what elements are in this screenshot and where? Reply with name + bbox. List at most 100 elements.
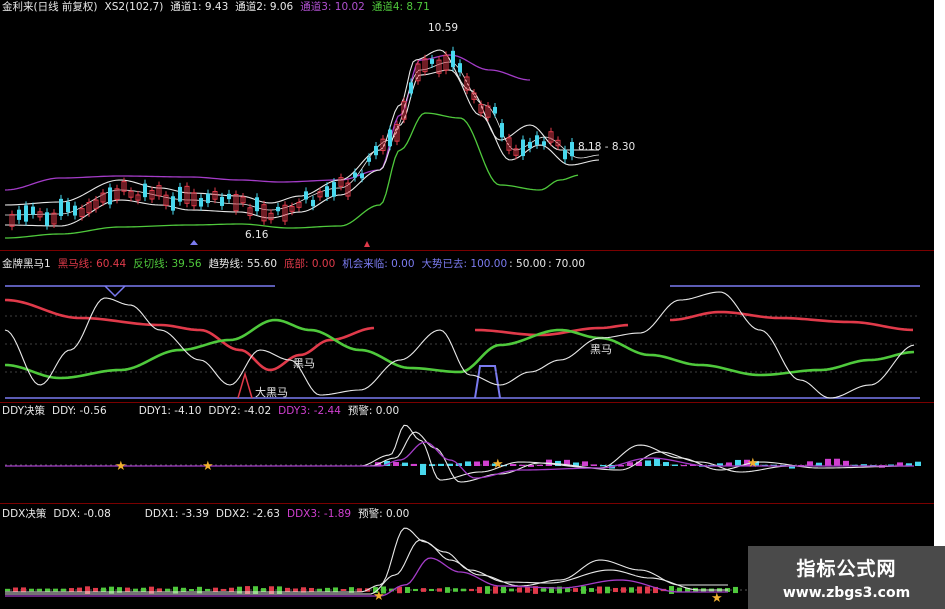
candle-body xyxy=(73,205,77,216)
ddx-bar xyxy=(53,588,58,592)
ddy-bar xyxy=(735,459,741,466)
ddx-bar xyxy=(221,588,226,592)
candle-body xyxy=(199,198,203,207)
ddx-bar xyxy=(589,588,594,592)
ddy3-line xyxy=(5,441,914,479)
watermark-title: 指标公式网 xyxy=(796,558,897,580)
panel4-alarm: 预警: 0.00 xyxy=(358,508,410,520)
ddx-bar xyxy=(413,588,418,592)
ddy-bar xyxy=(420,465,426,475)
ddx-bar xyxy=(485,586,490,594)
candle-body xyxy=(570,142,574,157)
candle-body xyxy=(66,201,70,213)
qushi-line xyxy=(4,291,915,399)
ddx-bar xyxy=(733,586,738,594)
alarm-star-icon: ★ xyxy=(115,459,127,474)
panel2-legend: 金牌黑马1 黑马线: 60.44 反切线: 39.56 趋势线: 55.60 底部: 0… xyxy=(2,258,592,271)
ddy-bar xyxy=(474,461,480,466)
ddx-bar xyxy=(405,587,410,593)
panel2-heima: 黑马线: 60.44 xyxy=(57,258,127,270)
candle-body xyxy=(31,206,35,215)
ddx-bar xyxy=(261,588,266,592)
ddy2-line xyxy=(5,431,914,483)
opportunity-pulse xyxy=(474,365,501,399)
candle-body xyxy=(325,186,329,197)
candle-body xyxy=(493,106,497,114)
candle-body xyxy=(45,212,49,226)
low-price-label: 6.16 xyxy=(245,229,269,241)
daheima-label: 大黑马 xyxy=(255,385,288,399)
last-price-label: 8.18 - 8.30 xyxy=(578,141,635,153)
candle-body xyxy=(500,123,504,138)
candle-body xyxy=(542,141,546,146)
candle-body xyxy=(409,82,413,94)
ddy-bar xyxy=(627,462,633,466)
candle-body xyxy=(143,183,147,198)
marker-icon xyxy=(190,240,198,245)
ddx-bar xyxy=(317,588,322,592)
ddy-bar xyxy=(915,461,921,466)
candle-body xyxy=(178,186,182,202)
candle-body xyxy=(206,193,210,204)
ddy-bar xyxy=(663,462,669,466)
ddx-bar xyxy=(157,588,162,592)
ddx-bar xyxy=(357,588,362,592)
panel4-ddx: DDX: -0.08 xyxy=(53,508,111,520)
ddx-bar xyxy=(293,588,298,592)
candle-body xyxy=(388,129,392,147)
ddx1-line xyxy=(5,527,728,593)
ddy-bar xyxy=(402,462,408,466)
ddy-bar xyxy=(411,463,417,466)
ddx-bar xyxy=(61,588,66,592)
panel3-ddy2: DDY2: -4.02 xyxy=(208,405,272,417)
candle-body xyxy=(17,209,21,220)
candle-body xyxy=(227,193,231,200)
ddx-bar xyxy=(613,587,618,593)
ddx-bar xyxy=(461,588,466,592)
heima-line xyxy=(669,310,914,332)
ddy-bar xyxy=(834,458,840,466)
panel4-ddx3: DDX3: -1.89 xyxy=(286,508,352,520)
ddx-bar xyxy=(605,586,610,594)
panel4-ddx2: DDX2: -2.63 xyxy=(215,508,280,520)
ddx-bar xyxy=(581,586,586,594)
ddy-bar xyxy=(519,464,525,466)
ddx-bar xyxy=(437,588,442,592)
ddx-bar xyxy=(69,588,74,592)
candle-body xyxy=(59,198,63,216)
ddy-bar xyxy=(393,461,399,466)
ddx-bar xyxy=(621,587,626,593)
main-ch3: 通道3: 10.02 xyxy=(300,1,365,13)
panel3-ddy3: DDY3: -2.44 xyxy=(278,405,341,417)
panel-separator xyxy=(0,250,934,251)
ddy-bar xyxy=(843,460,849,466)
top-band-notch xyxy=(104,285,126,298)
panel2-name: 金牌黑马1 xyxy=(2,258,51,270)
xs2-line xyxy=(4,61,600,216)
ddx-bar xyxy=(133,588,138,592)
candle-body xyxy=(451,50,455,68)
ddx-bar xyxy=(525,587,530,593)
panel2-qushi: 趋势线: 55.60 xyxy=(208,258,277,270)
screenshot-frame: 10.59 6.16 8.18 - 8.30 黑马 大黑马 黑马 ★ ★ ★ ★ ★ ★ 金利来(日线… xyxy=(0,0,945,609)
watermark-url: www.zbgs3.com xyxy=(782,585,911,601)
alarm-star-icon: ★ xyxy=(373,589,385,604)
ddx-bar xyxy=(37,588,42,592)
candle-body xyxy=(311,199,315,207)
main-legend: 金利来(日线 前复权) XS2(102,7) 通道1: 9.43 通道2: 9.06 通… xyxy=(2,1,437,14)
ddx-bar xyxy=(205,588,210,592)
ddx-bar xyxy=(669,586,674,594)
alarm-star-icon: ★ xyxy=(492,457,504,472)
main-title: 金利来(日线 前复权) xyxy=(2,1,98,13)
ddx-bar xyxy=(597,586,602,594)
candle-body xyxy=(353,172,357,178)
fanqie-line xyxy=(4,318,915,380)
ddy-bar xyxy=(465,461,471,466)
ddx-bar xyxy=(5,588,10,592)
candle-body xyxy=(374,145,378,156)
ddx-bar xyxy=(429,588,434,592)
ddx-bar xyxy=(637,586,642,594)
panel3-ddy1: DDY1: -4.10 xyxy=(138,405,202,417)
candle-body xyxy=(360,173,364,179)
candle-body xyxy=(458,63,462,73)
